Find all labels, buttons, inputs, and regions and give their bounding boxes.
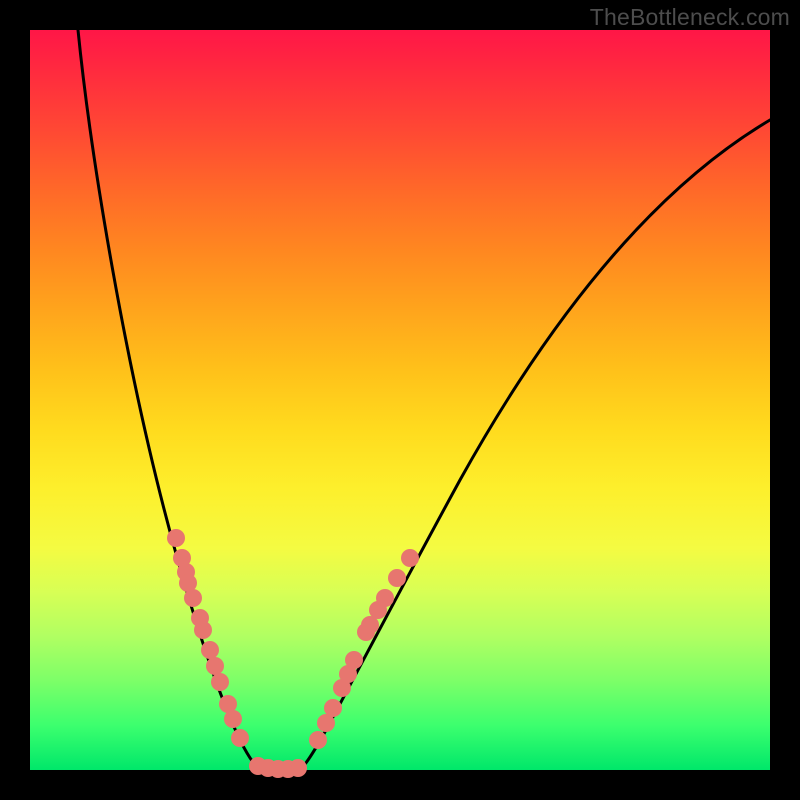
- data-point: [345, 651, 363, 669]
- data-point: [224, 710, 242, 728]
- curve-right: [300, 120, 770, 770]
- data-point: [289, 759, 307, 777]
- chart-frame: TheBottleneck.com: [0, 0, 800, 800]
- data-point: [231, 729, 249, 747]
- data-point: [309, 731, 327, 749]
- data-point: [194, 621, 212, 639]
- data-point: [184, 589, 202, 607]
- data-point: [211, 673, 229, 691]
- data-point: [201, 641, 219, 659]
- data-point: [324, 699, 342, 717]
- curve-left: [78, 30, 260, 770]
- watermark-text: TheBottleneck.com: [590, 4, 790, 31]
- chart-svg: [30, 30, 770, 770]
- data-point: [388, 569, 406, 587]
- scatter-layer: [167, 529, 419, 778]
- data-point: [401, 549, 419, 567]
- data-point: [376, 589, 394, 607]
- plot-area: [30, 30, 770, 770]
- data-point: [167, 529, 185, 547]
- data-point: [206, 657, 224, 675]
